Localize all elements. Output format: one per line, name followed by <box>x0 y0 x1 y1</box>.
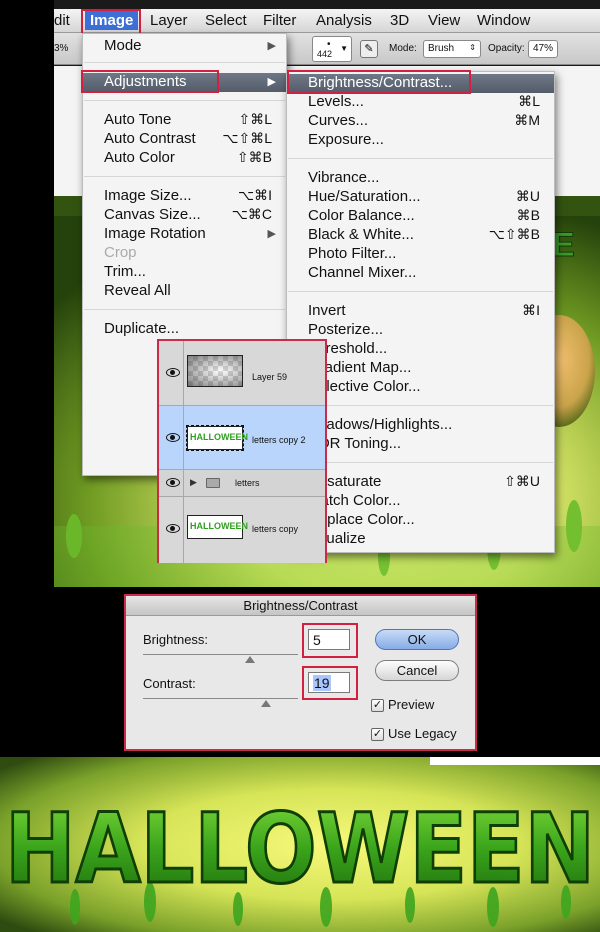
use-legacy-checkbox[interactable]: ✓ <box>371 728 384 741</box>
menu-item-reveal-all[interactable]: Reveal All <box>83 282 286 301</box>
layer-name: letters copy <box>252 524 299 534</box>
layer-row[interactable]: Layer 59 <box>159 341 325 406</box>
menu-item-threshold[interactable]: Threshold... <box>287 340 554 359</box>
layer-thumbnail <box>187 355 243 387</box>
layer-thumbnail: HALLOWEEN <box>186 425 248 451</box>
menu-item-vibrance[interactable]: Vibrance... <box>287 169 554 188</box>
menu-item-color-balance[interactable]: Color Balance... ⌘B <box>287 207 554 226</box>
menu-edit[interactable]: dit <box>54 12 70 29</box>
menu-bar: dit Image Layer Select Filter Analysis 3… <box>54 9 600 33</box>
preview-label: Preview <box>388 697 435 712</box>
layers-panel: Layer 59 HALLOWEEN letters copy 2 ▶ lett… <box>157 339 327 563</box>
menu-item-desaturate[interactable]: Desaturate ⇧⌘U <box>287 473 554 492</box>
brightness-slider-track[interactable] <box>143 654 298 655</box>
menu-item-auto-color[interactable]: Auto Color ⇧⌘B <box>83 149 286 168</box>
opacity-label: Opacity: <box>488 43 525 54</box>
menu-item-trim[interactable]: Trim... <box>83 263 286 282</box>
menu-item-posterize[interactable]: Posterize... <box>287 321 554 340</box>
menu-select[interactable]: Select <box>205 12 247 29</box>
menu-item-equalize[interactable]: Equalize <box>287 530 554 549</box>
menu-item-exposure[interactable]: Exposure... <box>287 131 554 150</box>
menu-item-crop: Crop <box>104 244 137 261</box>
disclosure-triangle-icon[interactable]: ▶ <box>190 477 197 488</box>
brush-size-value: 442 <box>317 49 333 59</box>
layer-name: letters copy 2 <box>252 435 306 445</box>
eye-icon <box>166 433 180 442</box>
menu-analysis[interactable]: Analysis <box>316 12 372 29</box>
menu-item-auto-contrast[interactable]: Auto Contrast ⌥⇧⌘L <box>83 130 286 149</box>
menu-filter[interactable]: Filter <box>263 12 296 29</box>
visibility-toggle[interactable] <box>162 497 184 563</box>
eye-icon <box>166 524 180 533</box>
brightness-label: Brightness: <box>143 632 209 647</box>
photoshop-window: WE dit Image Layer Select Filter Analysi… <box>54 0 600 587</box>
contrast-label: Contrast: <box>143 676 196 691</box>
halloween-banner-artwork: HALLOWEEN <box>0 757 600 932</box>
submenu-arrow-icon: ▶ <box>267 76 276 88</box>
brightness-input[interactable]: 5 <box>308 629 350 650</box>
menu-item-hdr-toning[interactable]: HDR Toning... <box>287 435 554 454</box>
opacity-value: 47% <box>533 43 554 54</box>
layer-row[interactable]: HALLOWEEN letters copy <box>159 497 325 563</box>
banner-text: HALLOWEEN <box>5 793 595 905</box>
visibility-toggle[interactable] <box>162 470 184 496</box>
layer-thumbnail: HALLOWEEN <box>187 515 248 539</box>
menu-item-match-color[interactable]: Match Color... <box>287 492 554 511</box>
menu-item-brightness-contrast[interactable]: Brightness/Contrast... <box>287 74 554 93</box>
menu-item-invert[interactable]: Invert ⌘I <box>287 302 554 321</box>
dialog-title: Brightness/Contrast <box>126 596 475 616</box>
contrast-slider-track[interactable] <box>143 698 298 699</box>
preview-checkbox[interactable]: ✓ <box>371 699 384 712</box>
menu-item-channel-mixer[interactable]: Channel Mixer... <box>287 264 554 283</box>
menu-3d[interactable]: 3D <box>390 12 409 29</box>
visibility-toggle[interactable] <box>162 406 184 469</box>
zoom-fragment: 3% <box>54 43 69 54</box>
eye-icon <box>166 478 180 487</box>
ok-button[interactable]: OK <box>375 629 459 650</box>
menu-layer[interactable]: Layer <box>150 12 188 29</box>
brush-panel-icon[interactable]: ✎ <box>360 40 378 58</box>
submenu-arrow-icon: ▶ <box>267 228 276 240</box>
menu-item-shadows-highlights[interactable]: Shadows/Highlights... <box>287 416 554 435</box>
menu-view[interactable]: View <box>428 12 460 29</box>
updown-arrows-icon: ⇕ <box>469 43 476 52</box>
layer-name: Layer 59 <box>252 372 288 382</box>
visibility-toggle[interactable] <box>162 341 184 405</box>
brush-size-picker[interactable]: • 442 ▼ <box>312 36 352 62</box>
menu-item-hue-saturation[interactable]: Hue/Saturation... ⌘U <box>287 188 554 207</box>
menu-item-replace-color[interactable]: Replace Color... <box>287 511 554 530</box>
contrast-slider-thumb[interactable] <box>261 700 271 707</box>
chevron-down-icon: ▼ <box>340 44 348 53</box>
layer-row-selected[interactable]: HALLOWEEN letters copy 2 <box>159 406 325 470</box>
use-legacy-label: Use Legacy <box>388 726 457 741</box>
menu-item-gradient-map[interactable]: Gradient Map... <box>287 359 554 378</box>
layer-name: letters <box>235 478 260 488</box>
menu-item-mode[interactable]: Mode ▶ <box>83 37 286 56</box>
menu-item-selective-color[interactable]: Selective Color... <box>287 378 554 397</box>
mode-select[interactable]: Brush ⇕ <box>423 40 481 58</box>
menu-item-curves[interactable]: Curves... ⌘M <box>287 112 554 131</box>
cancel-button[interactable]: Cancel <box>375 660 459 681</box>
menu-item-auto-tone[interactable]: Auto Tone ⇧⌘L <box>83 111 286 130</box>
brightness-slider-thumb[interactable] <box>245 656 255 663</box>
folder-icon <box>206 478 220 488</box>
layer-group-row[interactable]: ▶ letters <box>159 470 325 497</box>
menu-item-canvas-size[interactable]: Canvas Size... ⌥⌘C <box>83 206 286 225</box>
mode-value: Brush <box>428 43 455 54</box>
menu-item-black-white[interactable]: Black & White... ⌥⇧⌘B <box>287 226 554 245</box>
menu-item-adjustments[interactable]: Adjustments ▶ <box>83 73 286 92</box>
submenu-arrow-icon: ▶ <box>267 40 276 52</box>
eye-icon <box>166 368 180 377</box>
brightness-contrast-dialog: Brightness/Contrast Brightness: 5 Contra… <box>124 594 477 751</box>
menu-item-image-rotation[interactable]: Image Rotation ▶ <box>83 225 286 244</box>
opacity-field[interactable]: 47% <box>528 40 558 58</box>
menu-item-levels[interactable]: Levels... ⌘L <box>287 93 554 112</box>
mode-label: Mode: <box>389 43 417 54</box>
menu-item-photo-filter[interactable]: Photo Filter... <box>287 245 554 264</box>
menu-item-image-size[interactable]: Image Size... ⌥⌘I <box>83 187 286 206</box>
contrast-input[interactable]: 19 <box>308 672 350 693</box>
menu-window[interactable]: Window <box>477 12 530 29</box>
menu-item-duplicate[interactable]: Duplicate... <box>83 320 286 339</box>
menu-image[interactable]: Image <box>85 11 139 30</box>
